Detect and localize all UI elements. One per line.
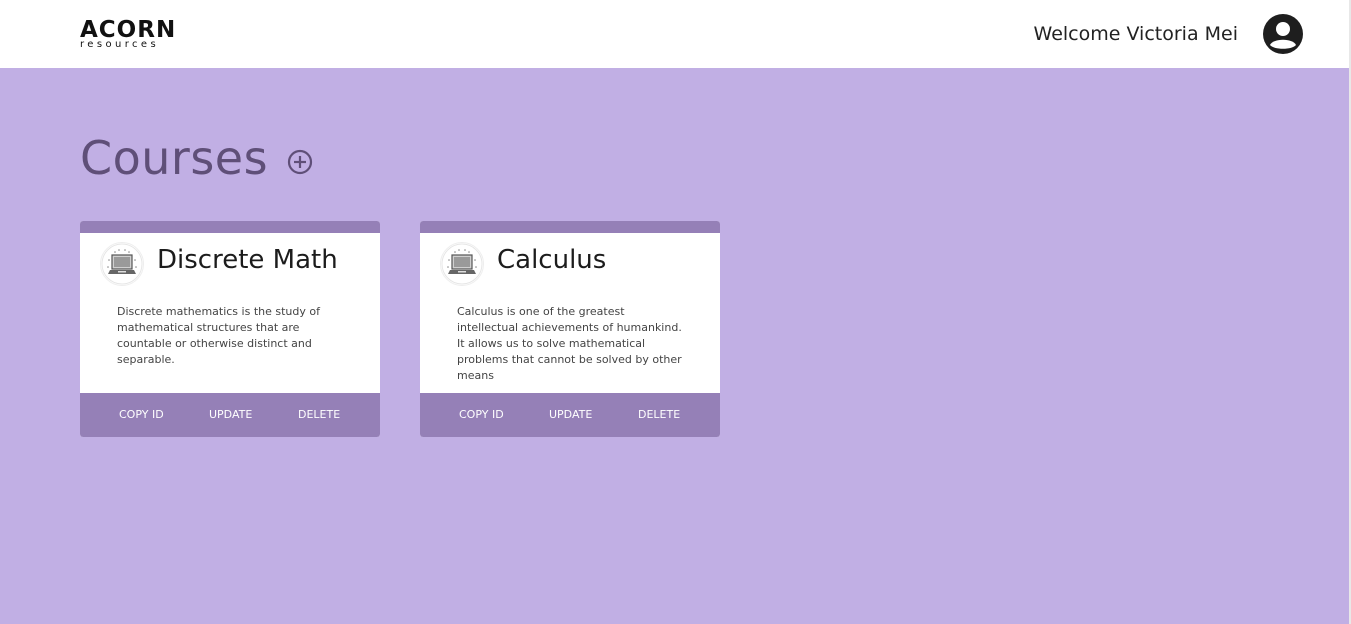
course-card: Discrete Math Discrete mathematics is th…	[80, 221, 380, 437]
card-actions: COPY ID UPDATE DELETE	[80, 393, 380, 437]
acorn-logo[interactable]: ACORN resources	[80, 16, 180, 52]
course-description: Calculus is one of the greatest intellec…	[457, 305, 682, 382]
card-top-bar	[80, 221, 380, 233]
delete-button[interactable]: DELETE	[638, 405, 680, 425]
logo-subtitle: resources	[80, 39, 160, 50]
update-button[interactable]: UPDATE	[209, 405, 252, 425]
course-thumbnail-icon	[100, 242, 144, 286]
delete-button[interactable]: DELETE	[298, 405, 340, 425]
card-top-bar	[420, 221, 720, 233]
card-actions: COPY ID UPDATE DELETE	[420, 393, 720, 437]
copy-id-button[interactable]: COPY ID	[459, 405, 504, 425]
course-thumbnail-icon	[440, 242, 484, 286]
copy-id-button[interactable]: COPY ID	[119, 405, 164, 425]
welcome-message: Welcome Victoria Mei	[1033, 23, 1238, 45]
course-title: Calculus	[497, 245, 607, 275]
page-title: Courses	[80, 131, 269, 185]
course-card: Calculus Calculus is one of the greatest…	[420, 221, 720, 437]
top-header: ACORN resources Welcome Victoria Mei	[0, 0, 1349, 68]
add-course-icon[interactable]	[286, 148, 314, 176]
update-button[interactable]: UPDATE	[549, 405, 592, 425]
course-description: Discrete mathematics is the study of mat…	[117, 305, 320, 366]
course-title: Discrete Math	[157, 245, 338, 275]
user-avatar-icon[interactable]	[1263, 14, 1303, 54]
main-content: Courses Discrete Math Discrete mathemati…	[0, 68, 1349, 624]
